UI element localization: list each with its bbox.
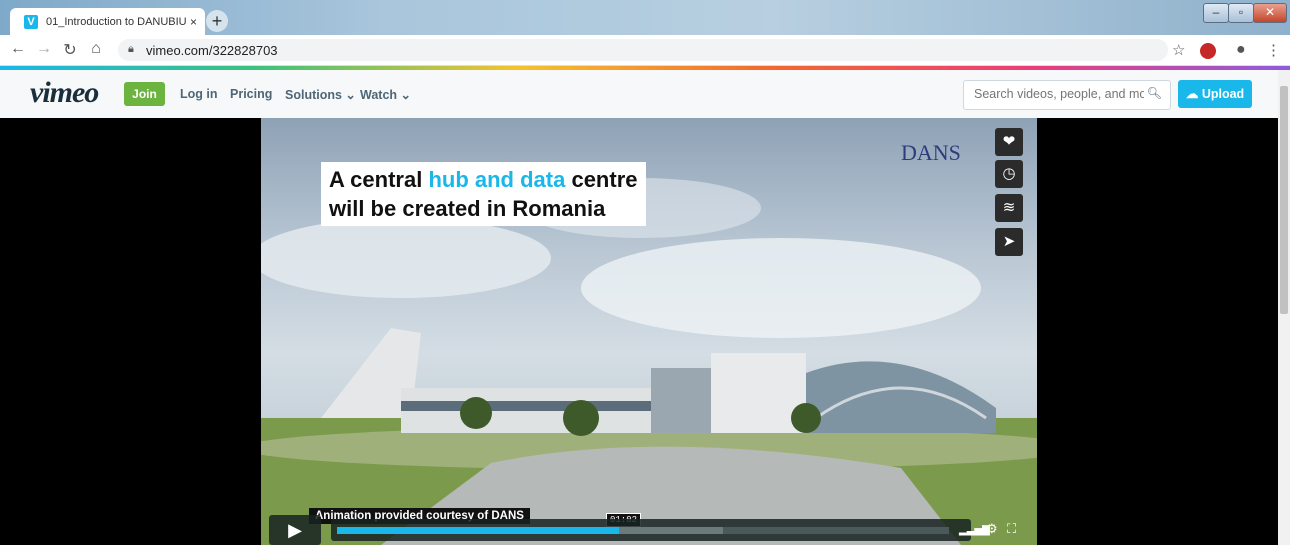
upload-label: Upload <box>1201 87 1245 101</box>
tab-title: 01_Introduction to DANUBIUS-RI <box>46 15 186 28</box>
vimeo-logo[interactable]: vimeo <box>30 76 99 110</box>
home-icon[interactable]: ⌂ <box>86 40 106 58</box>
play-button[interactable]: ▶ <box>269 515 321 545</box>
progress-track[interactable] <box>337 527 949 534</box>
search-input[interactable] <box>972 86 1146 102</box>
star-icon[interactable]: ☆ <box>1172 41 1185 59</box>
close-window-button[interactable]: ✕ <box>1253 3 1287 23</box>
video-caption: A central hub and data centre will be cr… <box>321 162 646 226</box>
watch-menu[interactable]: Watch ⌄ <box>360 87 411 102</box>
fullscreen-icon[interactable]: ⛶ <box>1007 521 1016 537</box>
browser-titlebar: V 01_Introduction to DANUBIUS-RI × + – ▫… <box>0 0 1290 35</box>
address-bar[interactable]: 🔒︎ vimeo.com/322828703 <box>118 39 1168 61</box>
minimize-button[interactable]: – <box>1203 3 1229 23</box>
maximize-button[interactable]: ▫ <box>1228 3 1254 23</box>
url-text: vimeo.com/322828703 <box>146 43 278 58</box>
new-tab-button[interactable]: + <box>206 10 228 32</box>
lock-icon: 🔒︎ <box>128 43 134 55</box>
vimeo-favicon-icon: V <box>24 14 38 29</box>
settings-gear-icon[interactable]: ⚙ <box>986 521 998 537</box>
like-heart-icon[interactable]: ❤ <box>995 128 1023 156</box>
search-box[interactable]: 🔍︎ <box>963 80 1171 110</box>
share-paper-plane-icon[interactable]: ➤ <box>995 228 1023 256</box>
caption-line-2: will be created in Romania <box>329 196 606 221</box>
back-arrow-icon[interactable]: ← <box>8 40 28 58</box>
search-icon[interactable]: 🔍︎ <box>1147 86 1162 100</box>
control-bar <box>331 519 971 541</box>
cloud-upload-icon: ☁ <box>1185 87 1202 101</box>
pricing-link[interactable]: Pricing <box>230 87 272 101</box>
login-link[interactable]: Log in <box>180 87 218 101</box>
video-player[interactable]: A central hub and data centre will be cr… <box>0 118 1278 545</box>
reload-icon[interactable]: ↻ <box>60 40 80 60</box>
forward-arrow-icon[interactable]: → <box>34 40 54 58</box>
join-button[interactable]: Join <box>124 82 165 106</box>
solutions-menu[interactable]: Solutions ⌄ <box>285 87 356 102</box>
browser-toolbar: ← → ↻ ⌂ 🔒︎ vimeo.com/322828703 ☆ ● ⋮ <box>0 35 1290 66</box>
browser-tab[interactable]: V 01_Introduction to DANUBIUS-RI × <box>10 8 205 35</box>
dans-logo: DANS <box>901 140 961 165</box>
collections-layers-icon[interactable]: ≋ <box>995 194 1023 222</box>
vimeo-header: vimeo Join Log in Pricing Solutions ⌄ Wa… <box>0 70 1278 119</box>
player-controls: ▶ ▂▃▅▇ ⚙ ⛶ <box>269 515 1031 545</box>
scrollbar-thumb[interactable] <box>1280 86 1288 314</box>
video-frame[interactable]: A central hub and data centre will be cr… <box>261 118 1037 545</box>
tab-close-icon[interactable]: × <box>190 15 197 29</box>
watch-later-clock-icon[interactable]: ◷ <box>995 160 1023 188</box>
upload-button[interactable]: ☁ Upload <box>1178 80 1252 108</box>
played-bar <box>337 527 619 534</box>
caption-line-1: A central hub and data centre <box>329 167 638 192</box>
extension-icon[interactable] <box>1200 43 1216 59</box>
profile-icon[interactable]: ● <box>1236 41 1246 59</box>
kebab-menu-icon[interactable]: ⋮ <box>1266 41 1281 59</box>
